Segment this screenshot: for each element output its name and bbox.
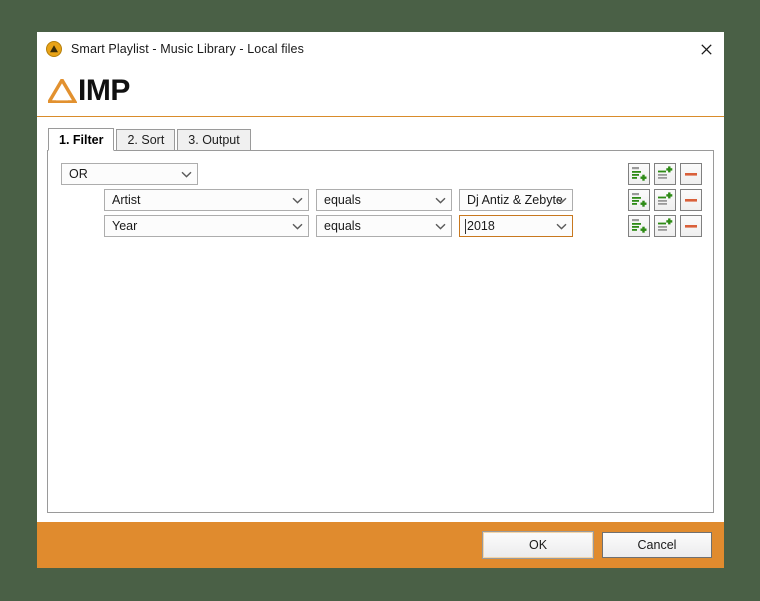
filter-panel: OR [47, 150, 714, 513]
remove-button[interactable] [680, 189, 702, 211]
add-group-icon [631, 166, 647, 182]
close-icon [701, 44, 712, 55]
condition-operator-select[interactable]: equals [316, 215, 452, 237]
add-condition-icon [657, 192, 673, 208]
condition-operator-value: equals [324, 193, 361, 207]
tab-filter[interactable]: 1. Filter [48, 128, 114, 151]
aimp-logo-icon [46, 41, 62, 57]
condition-field-value: Year [112, 219, 137, 233]
add-group-button[interactable] [628, 215, 650, 237]
chevron-down-icon [550, 190, 572, 210]
condition-row-actions [628, 189, 702, 211]
chevron-down-icon [286, 216, 308, 236]
remove-button[interactable] [680, 215, 702, 237]
chevron-down-icon [175, 164, 197, 184]
condition-value-input[interactable]: 2018 [459, 215, 573, 237]
window-title: Smart Playlist - Music Library - Local f… [71, 42, 304, 56]
condition-operator-select[interactable]: equals [316, 189, 452, 211]
add-group-icon [631, 218, 647, 234]
group-operator-value: OR [69, 167, 88, 181]
title-bar: Smart Playlist - Music Library - Local f… [37, 32, 724, 66]
add-group-icon [631, 192, 647, 208]
condition-value-text: Dj Antiz & Zebyte [467, 193, 563, 207]
condition-field-value: Artist [112, 193, 140, 207]
add-condition-button[interactable] [654, 215, 676, 237]
close-button[interactable] [688, 32, 724, 66]
group-operator-select[interactable]: OR [61, 163, 198, 185]
dialog-body: 1. Filter 2. Sort 3. Output OR [37, 117, 724, 522]
chevron-down-icon [429, 190, 451, 210]
filter-condition-row: Artist equals Dj Antiz & Zebyte [48, 189, 713, 211]
chevron-down-icon [429, 216, 451, 236]
filter-group-row: OR [48, 163, 713, 185]
condition-value-text: 2018 [467, 219, 495, 233]
add-condition-button[interactable] [654, 189, 676, 211]
add-condition-icon [657, 218, 673, 234]
add-condition-icon [657, 166, 673, 182]
filter-condition-row: Year equals 2018 [48, 215, 713, 237]
remove-icon [683, 192, 699, 208]
dialog-footer: OK Cancel [37, 522, 724, 568]
tab-output[interactable]: 3. Output [177, 129, 250, 151]
condition-operator-value: equals [324, 219, 361, 233]
filter-rows: OR [48, 151, 713, 237]
tab-strip: 1. Filter 2. Sort 3. Output [48, 128, 714, 151]
condition-value-input[interactable]: Dj Antiz & Zebyte [459, 189, 573, 211]
condition-row-actions [628, 215, 702, 237]
ok-button[interactable]: OK [483, 532, 593, 558]
chevron-down-icon [286, 190, 308, 210]
remove-button[interactable] [680, 163, 702, 185]
add-group-button[interactable] [628, 163, 650, 185]
aimp-wordmark: IMP [48, 76, 130, 106]
triangle-a-icon [48, 79, 77, 103]
tab-sort[interactable]: 2. Sort [116, 129, 175, 151]
branding-bar: IMP [37, 66, 724, 117]
text-caret [465, 219, 466, 234]
remove-icon [683, 218, 699, 234]
condition-field-select[interactable]: Year [104, 215, 309, 237]
chevron-down-icon [550, 216, 572, 236]
condition-field-select[interactable]: Artist [104, 189, 309, 211]
aimp-wordmark-text: IMP [78, 79, 130, 103]
add-group-button[interactable] [628, 189, 650, 211]
remove-icon [683, 166, 699, 182]
cancel-button[interactable]: Cancel [602, 532, 712, 558]
add-condition-button[interactable] [654, 163, 676, 185]
group-row-actions [628, 163, 702, 185]
smart-playlist-dialog: Smart Playlist - Music Library - Local f… [37, 32, 724, 568]
